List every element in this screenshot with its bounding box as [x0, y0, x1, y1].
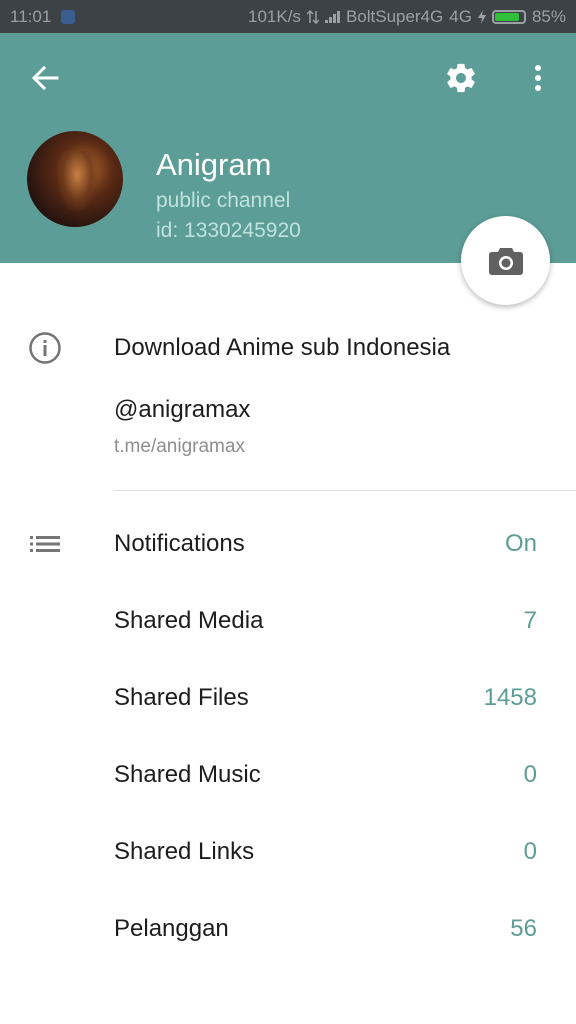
- status-bar: 11:01 101K/s BoltSuper4G 4G 85%: [0, 0, 576, 33]
- shared-music-row[interactable]: Shared Music 0: [0, 736, 576, 813]
- more-vertical-icon: [535, 65, 541, 91]
- row-label: Shared Media: [114, 606, 264, 634]
- shared-media-row[interactable]: Shared Media 7: [0, 582, 576, 659]
- network-type: 4G: [449, 6, 472, 26]
- row-label: Shared Files: [114, 683, 249, 711]
- charging-icon: [477, 9, 486, 24]
- row-label: Shared Links: [114, 837, 255, 865]
- channel-link[interactable]: t.me/anigramax: [114, 436, 245, 458]
- set-photo-button[interactable]: [461, 216, 550, 305]
- info-icon: [29, 332, 61, 364]
- channel-username[interactable]: @anigramax: [114, 396, 250, 424]
- shared-files-row[interactable]: Shared Files 1458: [0, 659, 576, 736]
- row-label: Notifications: [114, 529, 245, 557]
- channel-description: Download Anime sub Indonesia: [114, 334, 451, 361]
- row-value: 56: [510, 914, 537, 942]
- subscribers-row[interactable]: Pelanggan 56: [0, 890, 576, 967]
- divider: [114, 490, 576, 491]
- battery-percent: 85%: [531, 6, 566, 26]
- more-options-button[interactable]: [520, 57, 556, 99]
- shared-links-row[interactable]: Shared Links 0: [0, 813, 576, 890]
- notification-app-icon: [61, 9, 76, 24]
- status-indicators: 101K/s BoltSuper4G 4G 85%: [248, 7, 566, 27]
- arrow-back-icon: [31, 65, 59, 91]
- row-label: Pelanggan: [114, 914, 229, 942]
- channel-avatar[interactable]: [27, 131, 123, 227]
- row-value: On: [504, 529, 537, 557]
- camera-icon: [488, 247, 523, 275]
- carrier-name: BoltSuper4G: [345, 6, 444, 26]
- status-time: 11:01: [10, 6, 52, 26]
- row-value: 0: [523, 837, 537, 865]
- channel-id: id: 1330245920: [156, 219, 301, 242]
- row-value: 7: [523, 606, 537, 634]
- network-speed: 101K/s: [248, 6, 301, 26]
- channel-type: public channel: [156, 189, 291, 212]
- data-transfer-icon: [306, 9, 319, 24]
- gear-icon: [447, 63, 475, 93]
- row-label: Shared Music: [114, 760, 261, 788]
- settings-button[interactable]: [440, 57, 482, 99]
- row-value: 1458: [483, 683, 537, 711]
- row-value: 0: [523, 760, 537, 788]
- notifications-row[interactable]: Notifications On: [0, 505, 576, 582]
- back-button[interactable]: [26, 59, 64, 97]
- channel-name: Anigram: [156, 147, 272, 182]
- battery-icon: [491, 9, 526, 24]
- signal-strength-icon: [324, 10, 340, 23]
